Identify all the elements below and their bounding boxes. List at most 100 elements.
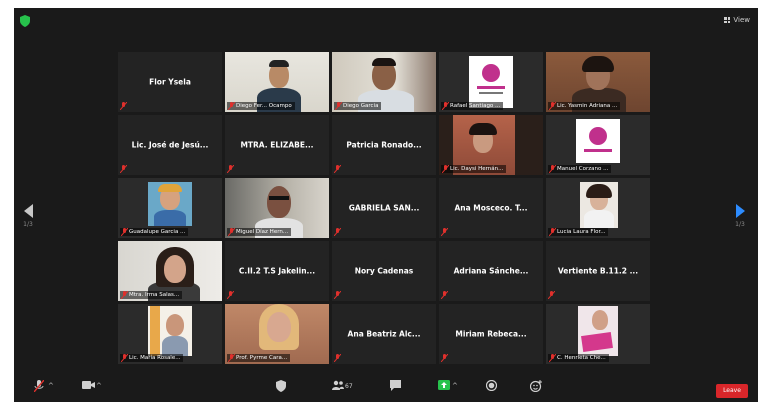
- participant-tile[interactable]: C. Henrieta Che...: [546, 304, 650, 364]
- chat-icon: [390, 380, 401, 391]
- participant-name: MTRA. ELIZABE...: [240, 140, 314, 150]
- mic-muted-icon: [121, 291, 128, 299]
- participant-name: Flor Ysela: [149, 77, 191, 87]
- participant-name: Lic. José de Jesú...: [131, 140, 209, 150]
- mic-muted-icon: [548, 291, 555, 299]
- chevron-right-icon: [735, 204, 745, 218]
- smiley-icon: [530, 380, 542, 392]
- page-indicator-right: 1/3: [735, 221, 745, 228]
- participant-name: Mtra. Irma Salas...: [120, 291, 183, 299]
- participant-tile[interactable]: Miriam Rebeca...: [439, 304, 543, 364]
- participant-tile[interactable]: Mtra. Irma Salas...: [118, 241, 222, 301]
- mic-muted-icon: [120, 165, 127, 173]
- mic-muted-icon: [441, 291, 448, 299]
- meeting-toolbar: ^ ^ 67 ^ Leave: [14, 376, 758, 402]
- meeting-window: View 1/3 1/3 Flor Ysela Diego Fer... Oca…: [14, 8, 758, 402]
- share-screen-button[interactable]: ^: [438, 380, 458, 390]
- participant-tile[interactable]: Patricia Ronado...: [332, 115, 436, 175]
- participant-tile[interactable]: Lic. Yasmin Adriana ...: [546, 52, 650, 112]
- mic-muted-icon: [441, 354, 448, 362]
- mic-muted-icon: [121, 228, 128, 236]
- participant-name: Ana Mosceco. T...: [454, 203, 528, 213]
- view-button[interactable]: View: [724, 16, 750, 24]
- mic-muted-icon: [334, 165, 341, 173]
- participant-tile[interactable]: C.II.2 T.S Jakelin...: [225, 241, 329, 301]
- participant-tile[interactable]: Lic. José de Jesú...: [118, 115, 222, 175]
- previous-page-button[interactable]: 1/3: [20, 204, 36, 228]
- video-camera-icon: [82, 381, 95, 389]
- mic-muted-icon: [121, 354, 128, 362]
- participant-tile[interactable]: Rafael Santiago ...: [439, 52, 543, 112]
- participant-tile[interactable]: MTRA. ELIZABE...: [225, 115, 329, 175]
- participant-tile[interactable]: Prof. Pyrme Cara...: [225, 304, 329, 364]
- participant-name: Prof. Pyrme Cara...: [227, 354, 291, 362]
- participant-name: Ana Beatriz Alc...: [347, 329, 421, 339]
- grid-view-icon: [724, 17, 731, 23]
- participant-tile[interactable]: Ana Beatriz Alc...: [332, 304, 436, 364]
- mic-muted-icon: [549, 354, 556, 362]
- security-button[interactable]: [276, 380, 286, 392]
- mic-muted-icon: [34, 380, 44, 392]
- chat-button[interactable]: [390, 380, 401, 391]
- participant-name: Lucia Laura Flor...: [548, 228, 609, 236]
- participant-name: Patricia Ronado...: [346, 140, 422, 150]
- participants-icon: [332, 380, 344, 390]
- participant-name: Miriam Rebeca...: [455, 329, 527, 339]
- mic-muted-icon: [228, 228, 235, 236]
- shield-icon: [276, 380, 286, 392]
- start-video-button[interactable]: ^: [82, 380, 102, 390]
- page-indicator-left: 1/3: [23, 221, 33, 228]
- mic-muted-icon: [442, 165, 449, 173]
- chevron-up-icon[interactable]: ^: [48, 382, 54, 390]
- mic-muted-icon: [228, 354, 235, 362]
- participant-tile[interactable]: Lic. Daysi Hernán...: [439, 115, 543, 175]
- leave-button[interactable]: Leave: [716, 384, 748, 398]
- participant-tile[interactable]: Adriana Sánche...: [439, 241, 543, 301]
- participant-tile[interactable]: Diego Garcia: [332, 52, 436, 112]
- participant-tile[interactable]: Nory Cadenas: [332, 241, 436, 301]
- participant-name: Miguel Díaz Hern...: [227, 228, 292, 236]
- participant-name: Adriana Sánche...: [453, 266, 529, 276]
- participant-name: Guadalupe Garcia ...: [120, 228, 189, 236]
- chevron-up-icon[interactable]: ^: [96, 382, 102, 390]
- reactions-button[interactable]: [530, 380, 542, 392]
- participant-name: GABRIELA SAN...: [348, 203, 420, 213]
- participant-tile[interactable]: Guadalupe Garcia ...: [118, 178, 222, 238]
- mic-muted-icon: [334, 354, 341, 362]
- participant-tile[interactable]: GABRIELA SAN...: [332, 178, 436, 238]
- participant-name: C.II.2 T.S Jakelin...: [238, 266, 316, 276]
- chevron-left-icon: [23, 204, 33, 218]
- next-page-button[interactable]: 1/3: [732, 204, 748, 228]
- participant-tile[interactable]: Flor Ysela: [118, 52, 222, 112]
- participants-button[interactable]: 67: [332, 380, 353, 390]
- participant-name: Lic. Daysi Hernán...: [441, 165, 507, 173]
- shield-icon[interactable]: [20, 15, 30, 27]
- gallery-grid: Flor Ysela Diego Fer... Ocampo Diego Gar…: [118, 52, 650, 364]
- participant-tile[interactable]: Vertiente B.11.2 ...: [546, 241, 650, 301]
- unmute-button[interactable]: ^: [34, 380, 54, 392]
- participant-tile[interactable]: Manuel Corzano ...: [546, 115, 650, 175]
- participant-tile-active-speaker[interactable]: Diego Fer... Ocampo: [225, 52, 329, 112]
- participant-name: Diego Garcia: [334, 102, 382, 110]
- mic-muted-icon: [441, 228, 448, 236]
- mic-muted-icon: [120, 102, 127, 110]
- mic-muted-icon: [549, 228, 556, 236]
- participant-name: Vertiente B.11.2 ...: [557, 266, 639, 276]
- mic-muted-icon: [334, 291, 341, 299]
- chevron-up-icon[interactable]: ^: [452, 382, 458, 390]
- mic-muted-icon: [227, 291, 234, 299]
- participant-name: Nory Cadenas: [354, 266, 414, 276]
- participants-count: 67: [345, 383, 353, 390]
- participant-tile[interactable]: Ana Mosceco. T...: [439, 178, 543, 238]
- participant-tile[interactable]: Lucia Laura Flor...: [546, 178, 650, 238]
- participant-tile[interactable]: Miguel Díaz Hern...: [225, 178, 329, 238]
- participant-name: Diego Fer... Ocampo: [227, 102, 295, 110]
- share-screen-icon: [438, 380, 450, 390]
- mic-muted-icon: [549, 165, 556, 173]
- participant-name: Lic. Yasmin Adriana ...: [548, 102, 621, 110]
- participant-tile[interactable]: Lic. María Rosale...: [118, 304, 222, 364]
- record-button[interactable]: [486, 380, 497, 391]
- participant-name: Lic. María Rosale...: [120, 354, 184, 362]
- participant-name: Manuel Corzano ...: [548, 165, 612, 173]
- participant-name: Rafael Santiago ...: [441, 102, 504, 110]
